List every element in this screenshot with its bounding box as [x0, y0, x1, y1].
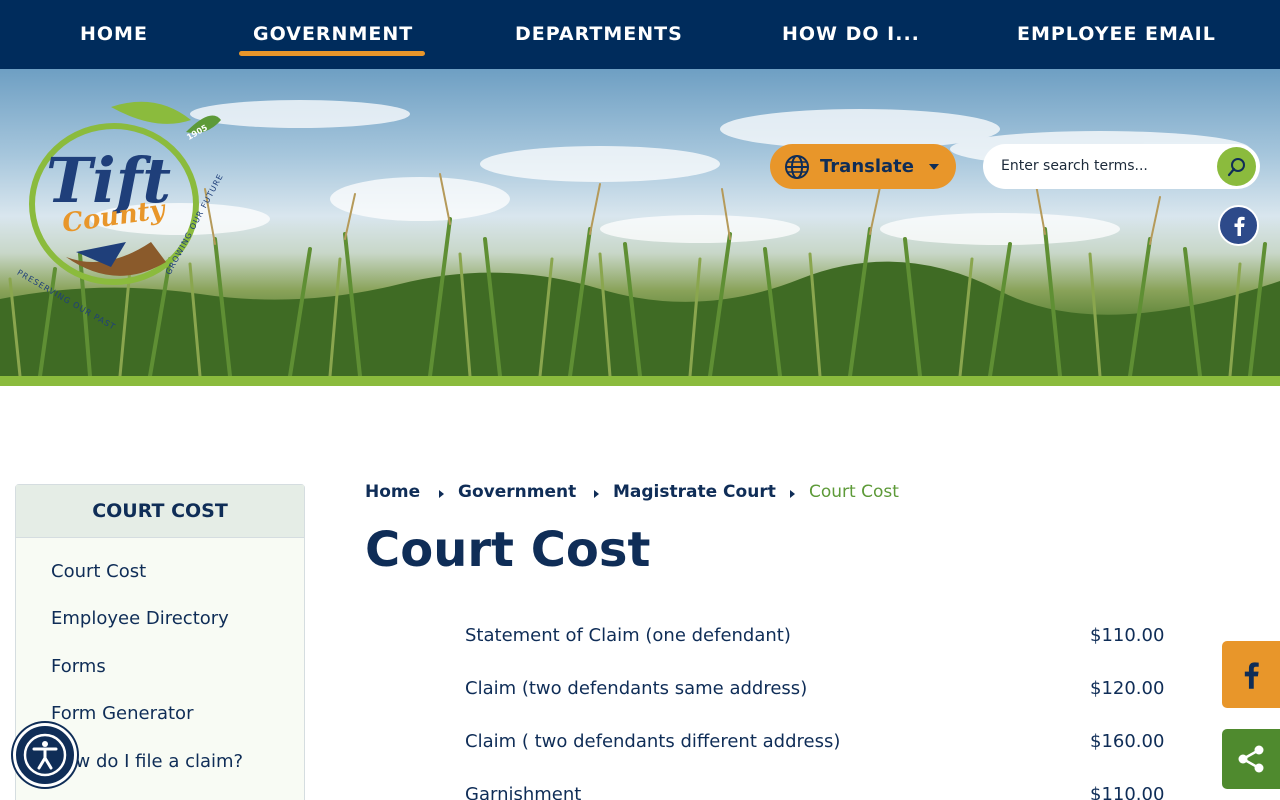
globe-icon: [785, 154, 809, 179]
sidebar-item-form-generator[interactable]: Form Generator: [51, 703, 193, 724]
cost-row: Statement of Claim (one defendant) $110.…: [465, 625, 1165, 655]
chevron-down-icon: [928, 163, 939, 170]
sidebar-item-how-do-i-file-a-claim[interactable]: How do I file a claim?: [51, 751, 243, 772]
sidebar-item-employee-directory[interactable]: Employee Directory: [51, 608, 229, 629]
cost-amount: $160.00: [1090, 731, 1165, 752]
facebook-link[interactable]: [1218, 205, 1259, 246]
cost-description: Claim (two defendants same address): [465, 678, 808, 699]
cost-description: Garnishment: [465, 784, 582, 800]
translate-label: Translate: [820, 156, 914, 177]
hero-divider: [0, 376, 1280, 386]
breadcrumb-separator-icon: [594, 490, 599, 498]
nav-government[interactable]: GOVERNMENT: [239, 20, 425, 56]
accessibility-icon: [23, 733, 67, 777]
cost-amount: $120.00: [1090, 678, 1165, 699]
share-icon: [1238, 745, 1264, 773]
search-icon: [1227, 157, 1245, 176]
cost-amount: $110.00: [1090, 625, 1165, 646]
nav-departments[interactable]: DEPARTMENTS: [515, 20, 682, 50]
breadcrumb-government[interactable]: Government: [458, 482, 576, 502]
nav-employee-email[interactable]: EMPLOYEE EMAIL: [1017, 20, 1215, 50]
sidebar-item-forms[interactable]: Forms: [51, 656, 106, 677]
top-navigation: HOME GOVERNMENT DEPARTMENTS HOW DO I... …: [0, 0, 1280, 69]
site-search: [983, 144, 1260, 189]
breadcrumb-separator-icon: [439, 490, 444, 498]
translate-button[interactable]: Translate: [770, 144, 956, 189]
cost-row: Claim (two defendants same address) $120…: [465, 678, 1165, 708]
nav-how-do-i[interactable]: HOW DO I...: [782, 20, 919, 50]
facebook-icon: [1234, 216, 1245, 236]
sidebar-item-court-cost[interactable]: Court Cost: [51, 561, 146, 582]
cost-description: Claim ( two defendants different address…: [465, 731, 841, 752]
facebook-icon: [1244, 661, 1259, 689]
cost-amount: $110.00: [1090, 784, 1165, 800]
page-title: Court Cost: [365, 522, 651, 578]
search-button[interactable]: [1217, 147, 1256, 186]
breadcrumb-current: Court Cost: [809, 482, 899, 502]
cost-row: Garnishment $110.00: [465, 784, 1165, 800]
breadcrumb-separator-icon: [790, 490, 795, 498]
nav-home[interactable]: HOME: [80, 20, 147, 50]
tift-county-logo[interactable]: Tift County 1905 PRESERVING OUR PAST GRO…: [16, 92, 228, 332]
breadcrumb-home[interactable]: Home: [365, 482, 420, 502]
sidebar-title: COURT COST: [16, 485, 304, 538]
cost-description: Statement of Claim (one defendant): [465, 625, 791, 646]
cost-row: Claim ( two defendants different address…: [465, 731, 1165, 761]
search-input[interactable]: [1001, 155, 1201, 177]
accessibility-button[interactable]: [13, 723, 77, 787]
breadcrumb-magistrate-court[interactable]: Magistrate Court: [613, 482, 776, 502]
floating-facebook-button[interactable]: [1222, 641, 1280, 708]
floating-share-button[interactable]: [1222, 729, 1280, 789]
